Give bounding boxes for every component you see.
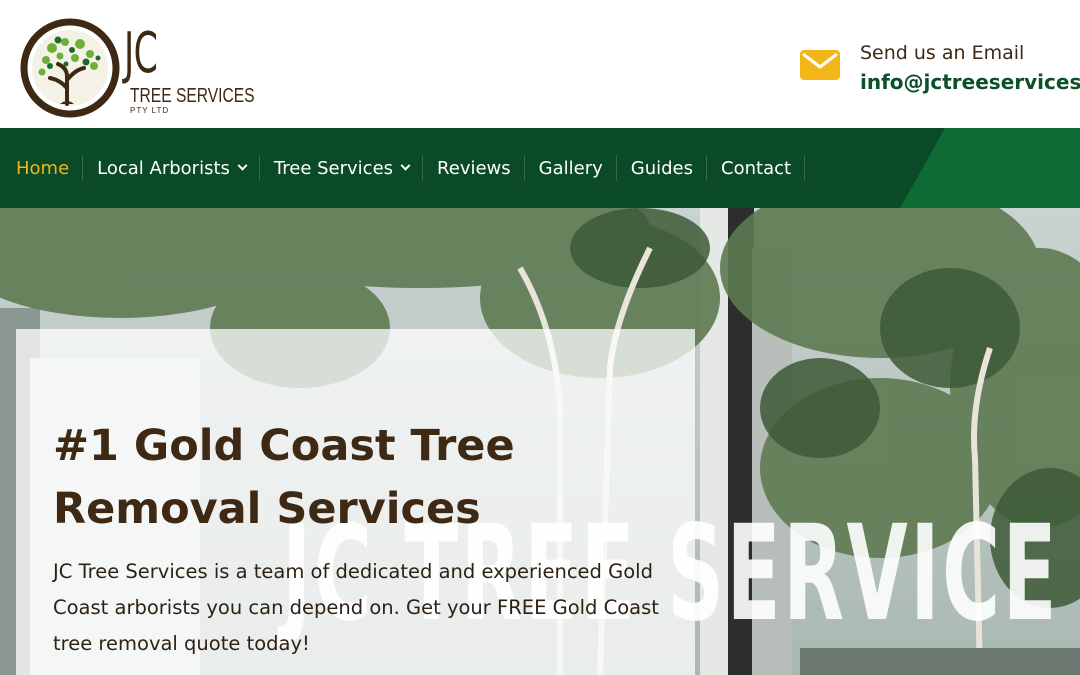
nav-item-local-arborists[interactable]: Local Arborists [83,155,260,181]
logo-subtitle: TREE SERVICES [130,85,255,107]
nav-item-gallery[interactable]: Gallery [525,155,617,181]
nav-item-tree-services[interactable]: Tree Services [260,155,424,181]
nav-menu: Home Local Arborists Tree Services Revie… [0,128,806,208]
hero-section: JC TREE SERVICE #1 Gold Coast Tree Remov… [0,208,1080,675]
logo-pty-ltd: PTY LTD [130,106,170,115]
envelope-icon [800,50,840,80]
site-logo[interactable]: JC TREE SERVICES PTY LTD [20,18,255,118]
nav-accent-stripe [900,128,1080,208]
nav-item-label: Guides [630,157,694,179]
main-nav: Home Local Arborists Tree Services Revie… [0,128,1080,208]
hero-card: #1 Gold Coast Tree Removal Services JC T… [16,329,695,675]
logo-wordmark: JC [124,21,158,86]
chevron-down-icon [400,160,411,171]
nav-item-label: Reviews [437,157,511,179]
hero-title: #1 Gold Coast Tree Removal Services [53,421,515,534]
nav-item-label: Local Arborists [97,157,230,179]
site-header: JC TREE SERVICES PTY LTD Send us an Emai… [0,0,1080,128]
nav-item-reviews[interactable]: Reviews [423,155,525,181]
page: JC TREE SERVICES PTY LTD Send us an Emai… [0,0,1080,675]
nav-item-home[interactable]: Home [0,155,84,181]
nav-item-label: Home [16,157,70,179]
nav-item-guides[interactable]: Guides [617,155,708,181]
email-label: Send us an Email [860,42,1025,64]
nav-item-label: Contact [721,157,792,179]
nav-item-label: Tree Services [273,157,394,179]
hero-description: JC Tree Services is a team of dedicated … [53,560,659,655]
email-link[interactable]: info@jctreeservices.c [860,70,1080,94]
nav-item-contact[interactable]: Contact [707,155,806,181]
chevron-down-icon [237,160,248,171]
nav-item-label: Gallery [538,157,603,179]
tree-logo-icon [20,18,120,118]
